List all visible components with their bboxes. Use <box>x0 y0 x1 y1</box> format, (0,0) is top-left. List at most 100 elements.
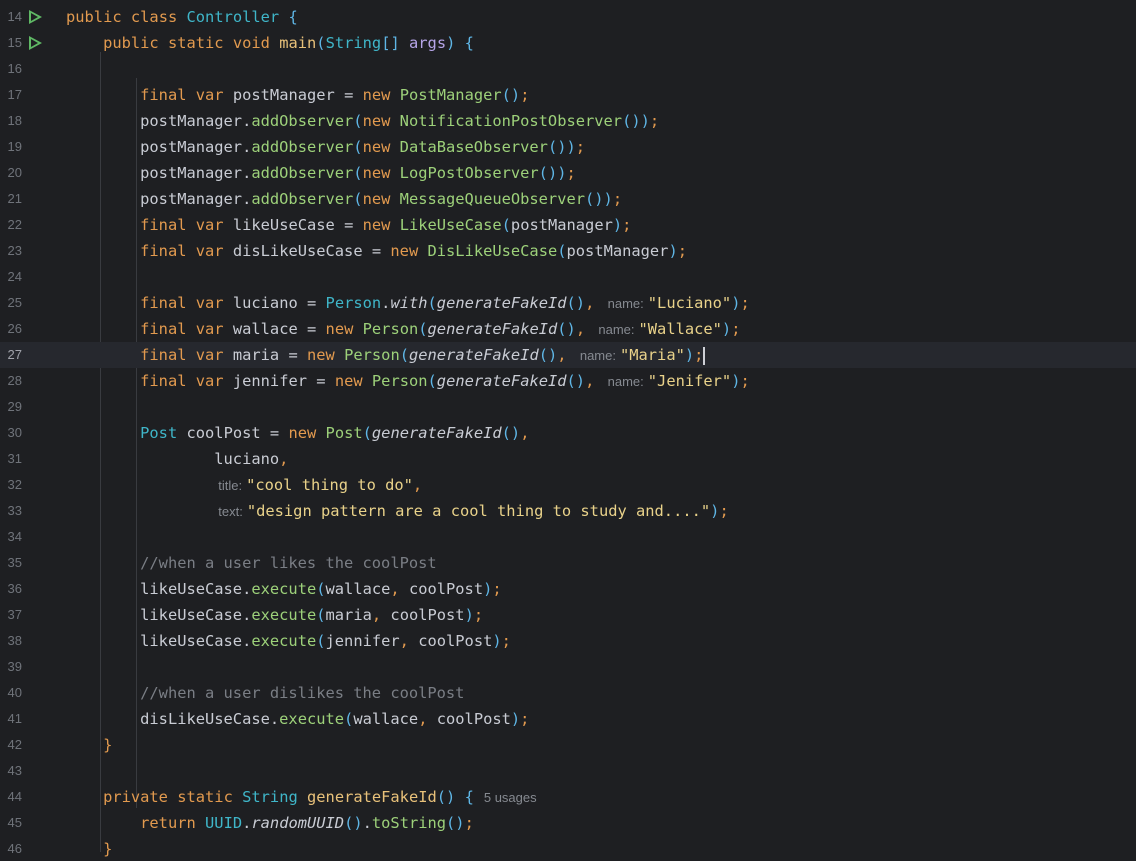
code-token: new <box>362 216 391 234</box>
code-token: with <box>390 294 428 312</box>
code-text: postManager.addObserver(new LogPostObser… <box>66 160 576 186</box>
code-punctuation: ()) <box>547 138 576 156</box>
code-token: String <box>242 788 298 806</box>
code-token: public <box>103 34 159 52</box>
code-token: coolPost <box>418 632 493 650</box>
code-text: title: "cool thing to do", <box>66 472 422 499</box>
code-punctuation <box>224 372 233 390</box>
code-line[interactable]: 36 likeUseCase.execute(wallace, coolPost… <box>0 576 1136 602</box>
code-token: postManager <box>510 216 613 234</box>
code-token: var <box>195 294 224 312</box>
run-icon[interactable] <box>29 10 42 24</box>
code-line[interactable]: 29 <box>0 394 1136 420</box>
code-punctuation: ; <box>731 320 741 338</box>
code-line[interactable]: 25 final var luciano = Person.with(gener… <box>0 290 1136 316</box>
line-number: 43 <box>7 763 22 778</box>
code-comment: //when a user dislikes the coolPost <box>140 684 465 702</box>
code-line[interactable]: 37 likeUseCase.execute(maria, coolPost); <box>0 602 1136 628</box>
code-punctuation <box>585 320 594 338</box>
code-editor[interactable]: 14 public class Controller {15 public sta… <box>0 0 1136 861</box>
code-punctuation <box>168 788 177 806</box>
code-token: new <box>362 138 391 156</box>
code-token: final <box>140 346 187 364</box>
code-text: final var maria = new Person(generateFak… <box>66 342 706 369</box>
code-line[interactable]: 28 final var jennifer = new Person(gener… <box>0 368 1136 394</box>
code-line[interactable]: 31 luciano, <box>0 446 1136 472</box>
code-punctuation: . <box>242 814 252 832</box>
code-line[interactable]: 17 final var postManager = new PostManag… <box>0 82 1136 108</box>
code-token: generateFakeId <box>436 294 567 312</box>
code-line[interactable]: 35 //when a user likes the coolPost <box>0 550 1136 576</box>
code-token: generateFakeId <box>436 372 567 390</box>
code-token: String <box>325 34 382 52</box>
code-token: "cool thing to do" <box>246 476 413 494</box>
code-line[interactable]: 33 text: "design pattern are a cool thing… <box>0 498 1136 524</box>
code-punctuation <box>594 372 603 390</box>
code-line[interactable]: 43 <box>0 758 1136 784</box>
code-line[interactable]: 16 <box>0 56 1136 82</box>
code-line[interactable]: 23 final var disLikeUseCase = new DisLik… <box>0 238 1136 264</box>
line-number: 33 <box>7 503 22 518</box>
code-token: coolPost <box>390 606 465 624</box>
code-line[interactable]: 46 } <box>0 836 1136 861</box>
code-line[interactable]: 42 } <box>0 732 1136 758</box>
code-line[interactable]: 39 <box>0 654 1136 680</box>
code-line[interactable]: 15 public static void main(String[] args… <box>0 30 1136 56</box>
line-number: 17 <box>7 87 22 102</box>
code-line[interactable]: 30 Post coolPost = new Post(generateFake… <box>0 420 1136 446</box>
code-punctuation <box>66 554 140 572</box>
code-line[interactable]: 44 private static String generateFakeId(… <box>0 784 1136 810</box>
code-punctuation <box>66 320 140 338</box>
code-punctuation: } <box>103 736 113 754</box>
code-token: postManager <box>232 86 335 104</box>
code-punctuation <box>390 138 399 156</box>
code-token: new <box>334 372 363 390</box>
code-text: //when a user likes the coolPost <box>66 550 437 576</box>
code-token: void <box>232 34 270 52</box>
code-line[interactable]: 22 final var likeUseCase = new LikeUseCa… <box>0 212 1136 238</box>
code-token: return <box>140 814 196 832</box>
code-punctuation: ) <box>721 320 732 338</box>
run-icon[interactable] <box>29 36 42 50</box>
code-punctuation <box>66 632 140 650</box>
code-line[interactable]: 19 postManager.addObserver(new DataBaseO… <box>0 134 1136 160</box>
code-line[interactable]: 18 postManager.addObserver(new Notificat… <box>0 108 1136 134</box>
code-punctuation <box>186 294 195 312</box>
code-line[interactable]: 24 <box>0 264 1136 290</box>
code-text: final var jennifer = new Person(generate… <box>66 368 750 395</box>
line-number: 22 <box>7 217 22 232</box>
code-line[interactable]: 32 title: "cool thing to do", <box>0 472 1136 498</box>
usages-hint[interactable]: 5 usages <box>484 790 537 805</box>
code-line[interactable]: 27 final var maria = new Person(generate… <box>0 342 1136 368</box>
line-number: 14 <box>7 9 22 24</box>
code-punctuation <box>427 710 436 728</box>
code-text: postManager.addObserver(new Notification… <box>66 108 659 134</box>
line-number: 42 <box>7 737 22 752</box>
code-punctuation <box>66 814 140 832</box>
code-line[interactable]: 45 return UUID.randomUUID().toString(); <box>0 810 1136 836</box>
code-punctuation <box>66 684 140 702</box>
code-text: public class Controller { <box>66 4 298 30</box>
line-number: 29 <box>7 399 22 414</box>
code-token: new <box>390 242 419 260</box>
line-number: 18 <box>7 113 22 128</box>
code-punctuation: , <box>585 372 595 390</box>
code-punctuation: ; <box>473 606 484 624</box>
code-line[interactable]: 41 disLikeUseCase.execute(wallace, coolP… <box>0 706 1136 732</box>
code-line[interactable]: 14 public class Controller { <box>0 4 1136 30</box>
code-line[interactable]: 20 postManager.addObserver(new LogPostOb… <box>0 160 1136 186</box>
code-text: final var postManager = new PostManager(… <box>66 82 529 108</box>
code-line[interactable]: 34 <box>0 524 1136 550</box>
code-punctuation <box>224 320 233 338</box>
code-line[interactable]: 21 postManager.addObserver(new MessageQu… <box>0 186 1136 212</box>
line-number: 31 <box>7 451 22 466</box>
code-line[interactable]: 26 final var wallace = new Person(genera… <box>0 316 1136 342</box>
code-punctuation <box>353 320 362 338</box>
code-punctuation: ( <box>557 242 567 260</box>
code-punctuation <box>455 788 464 806</box>
code-punctuation: () <box>501 424 521 442</box>
code-token: toString <box>371 814 447 832</box>
code-line[interactable]: 40 //when a user dislikes the coolPost <box>0 680 1136 706</box>
code-line[interactable]: 38 likeUseCase.execute(jennifer, coolPos… <box>0 628 1136 654</box>
code-punctuation <box>224 34 233 52</box>
